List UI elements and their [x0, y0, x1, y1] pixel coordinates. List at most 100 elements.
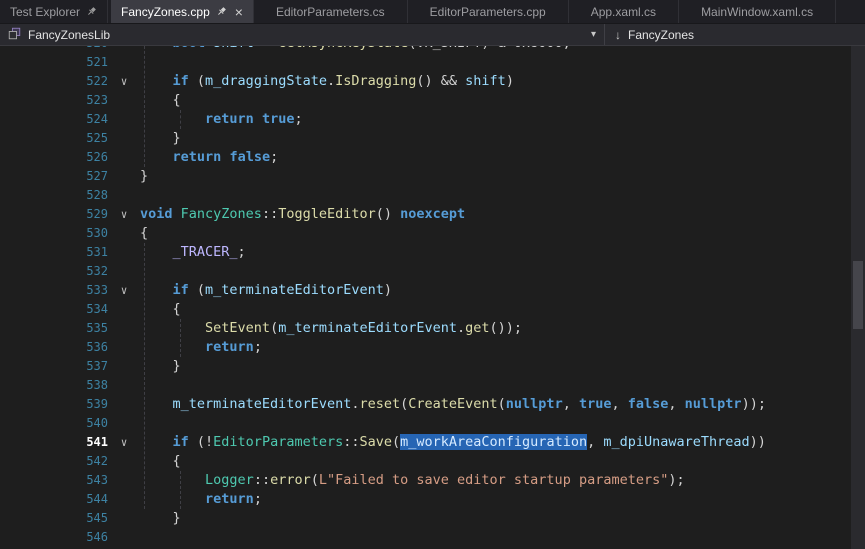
code-line[interactable]: 540 — [0, 414, 865, 433]
line-number[interactable]: 530 — [0, 224, 108, 243]
close-icon[interactable]: × — [233, 5, 243, 19]
code-line-text[interactable]: if (m_draggingState.IsDragging() && shif… — [140, 72, 514, 91]
down-arrow-icon: ↓ — [615, 28, 621, 42]
code-line-text[interactable]: { — [140, 91, 181, 110]
line-number[interactable]: 529 — [0, 205, 108, 224]
code-line-text[interactable]: return true; — [140, 110, 303, 129]
code-line[interactable]: 532 — [0, 262, 865, 281]
fold-chevron-icon[interactable]: ∨ — [108, 72, 140, 91]
code-line-text[interactable]: } — [140, 167, 148, 186]
line-number[interactable]: 523 — [0, 91, 108, 110]
code-line[interactable]: 531 _TRACER_; — [0, 243, 865, 262]
member-dropdown[interactable]: ↓ FancyZones — [605, 24, 704, 45]
line-number[interactable]: 544 — [0, 490, 108, 509]
tab-fancyzones-cpp[interactable]: FancyZones.cpp × — [111, 0, 254, 23]
line-number[interactable]: 528 — [0, 186, 108, 205]
line-number[interactable]: 527 — [0, 167, 108, 186]
fold-chevron-icon[interactable]: ∨ — [108, 281, 140, 300]
code-token: . — [327, 73, 335, 89]
line-number[interactable]: 531 — [0, 243, 108, 262]
code-line-text[interactable]: return; — [140, 338, 262, 357]
tab-editorparameters-cs[interactable]: EditorParameters.cs — [254, 0, 408, 23]
line-number[interactable]: 541 — [0, 433, 108, 452]
line-number[interactable]: 520 — [0, 46, 108, 53]
line-number[interactable]: 546 — [0, 528, 108, 547]
code-line[interactable]: 530 { — [0, 224, 865, 243]
code-line-text[interactable]: } — [140, 509, 181, 528]
line-number[interactable]: 534 — [0, 300, 108, 319]
code-line-text[interactable]: if (m_terminateEditorEvent) — [140, 281, 392, 300]
code-line[interactable]: 524 return true; — [0, 110, 865, 129]
code-line-text[interactable]: { — [140, 224, 148, 243]
code-line[interactable]: 544 return; — [0, 490, 865, 509]
code-line[interactable]: 527} — [0, 167, 865, 186]
code-line[interactable]: 546 — [0, 528, 865, 547]
line-number[interactable]: 538 — [0, 376, 108, 395]
tab-app-xaml-cs[interactable]: App.xaml.cs — [569, 0, 679, 23]
line-number[interactable]: 521 — [0, 53, 108, 72]
line-number[interactable]: 545 — [0, 509, 108, 528]
code-line-text[interactable]: Logger::error(L"Failed to save editor st… — [140, 471, 685, 490]
line-number[interactable]: 533 — [0, 281, 108, 300]
code-line[interactable]: 521 — [0, 53, 865, 72]
fold-chevron-icon[interactable]: ∨ — [108, 433, 140, 452]
line-number[interactable]: 522 — [0, 72, 108, 91]
code-token: ; — [270, 149, 278, 165]
tab-test-explorer[interactable]: Test Explorer — [0, 0, 108, 23]
code-line[interactable]: 538 — [0, 376, 865, 395]
line-number[interactable]: 542 — [0, 452, 108, 471]
line-number[interactable]: 525 — [0, 129, 108, 148]
code-line[interactable]: 526 return false; — [0, 148, 865, 167]
code-line-text[interactable]: } — [140, 129, 181, 148]
code-token — [140, 111, 205, 127]
code-line-text[interactable]: SetEvent(m_terminateEditorEvent.get()); — [140, 319, 522, 338]
line-number[interactable]: 535 — [0, 319, 108, 338]
line-number[interactable]: 537 — [0, 357, 108, 376]
code-line-text[interactable]: if (!EditorParameters::Save(m_workAreaCo… — [140, 433, 766, 452]
code-line[interactable]: 528 — [0, 186, 865, 205]
code-line-text[interactable]: return; — [140, 490, 262, 509]
code-line[interactable]: 539 m_terminateEditorEvent.reset(CreateE… — [0, 395, 865, 414]
line-number[interactable]: 540 — [0, 414, 108, 433]
code-line[interactable]: 522∨ if (m_draggingState.IsDragging() &&… — [0, 72, 865, 91]
code-line[interactable]: 525 } — [0, 129, 865, 148]
code-line[interactable]: 542 { — [0, 452, 865, 471]
code-line[interactable]: 535 SetEvent(m_terminateEditorEvent.get(… — [0, 319, 865, 338]
line-number[interactable]: 532 — [0, 262, 108, 281]
code-line-text[interactable]: { — [140, 452, 181, 471]
code-line[interactable]: 537 } — [0, 357, 865, 376]
code-line[interactable]: 520 bool shift = GetAsyncKeyState(VK_SHI… — [0, 46, 865, 53]
code-editor[interactable]: 520 bool shift = GetAsyncKeyState(VK_SHI… — [0, 46, 865, 549]
project-dropdown[interactable]: FancyZonesLib ▾ — [0, 24, 604, 45]
line-number[interactable]: 526 — [0, 148, 108, 167]
code-line-text[interactable]: bool shift = GetAsyncKeyState(VK_SHIFT) … — [140, 46, 571, 53]
tab-mainwindow-xaml-cs[interactable]: MainWindow.xaml.cs — [679, 0, 836, 23]
code-line-text[interactable]: } — [140, 357, 181, 376]
code-line[interactable]: 523 { — [0, 91, 865, 110]
pin-icon[interactable] — [86, 6, 97, 17]
tab-editorparameters-cpp[interactable]: EditorParameters.cpp — [408, 0, 569, 23]
code-line[interactable]: 536 return; — [0, 338, 865, 357]
line-number[interactable]: 524 — [0, 110, 108, 129]
code-line-text[interactable]: m_terminateEditorEvent.reset(CreateEvent… — [140, 395, 766, 414]
code-line[interactable]: 541∨ if (!EditorParameters::Save(m_workA… — [0, 433, 865, 452]
code-line[interactable]: 533∨ if (m_terminateEditorEvent) — [0, 281, 865, 300]
line-number[interactable]: 543 — [0, 471, 108, 490]
vertical-scrollbar[interactable] — [851, 46, 865, 549]
code-line[interactable]: 534 { — [0, 300, 865, 319]
code-line[interactable]: 529∨void FancyZones::ToggleEditor() noex… — [0, 205, 865, 224]
code-line-text[interactable]: { — [140, 300, 181, 319]
code-token: false — [628, 396, 669, 412]
code-line[interactable]: 543 Logger::error(L"Failed to save edito… — [0, 471, 865, 490]
chevron-down-icon[interactable]: ▾ — [591, 29, 596, 40]
line-number[interactable]: 539 — [0, 395, 108, 414]
code-line-text[interactable]: void FancyZones::ToggleEditor() noexcept — [140, 205, 465, 224]
code-line-text[interactable]: return false; — [140, 148, 278, 167]
scrollbar-thumb[interactable] — [853, 261, 863, 329]
line-number[interactable]: 536 — [0, 338, 108, 357]
fold-chevron-icon[interactable]: ∨ — [108, 205, 140, 224]
fold-margin — [108, 148, 140, 167]
pin-icon[interactable] — [216, 6, 227, 17]
code-line[interactable]: 545 } — [0, 509, 865, 528]
code-line-text[interactable]: _TRACER_; — [140, 243, 246, 262]
